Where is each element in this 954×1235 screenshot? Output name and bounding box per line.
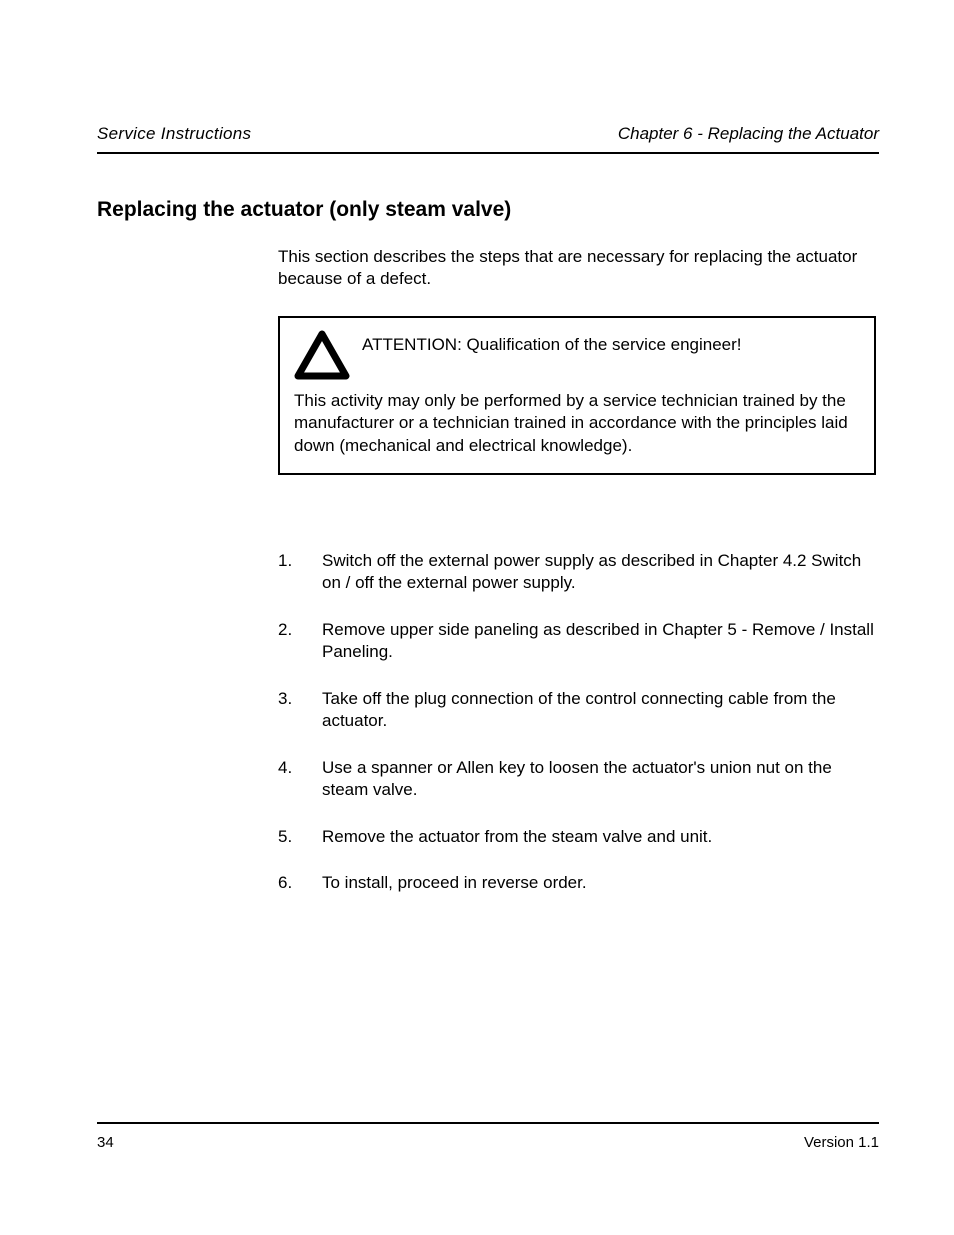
section-title: Replacing the actuator (only steam valve… [97,198,511,222]
intro-paragraph: This section describes the steps that ar… [278,246,878,291]
attention-label: ATTENTION: [362,335,467,354]
attention-header: ATTENTION: Qualification of the service … [294,330,860,380]
footer-version: Version 1.1 [804,1134,879,1151]
attention-box: ATTENTION: Qualification of the service … [278,316,876,475]
step-item: 3. Take off the plug connection of the c… [278,688,878,733]
attention-header-text: ATTENTION: Qualification of the service … [362,330,742,356]
step-item: 2. Remove upper side paneling as describ… [278,619,878,664]
step-number: 4. [278,757,312,802]
step-item: 1. Switch off the external power supply … [278,550,878,595]
header-rule [97,152,879,154]
step-text: To install, proceed in reverse order. [322,872,878,894]
step-text: Use a spanner or Allen key to loosen the… [322,757,878,802]
step-number: 6. [278,872,312,894]
step-text: Switch off the external power supply as … [322,550,878,595]
attention-head-text: Qualification of the service engineer! [467,335,742,354]
page-number: 34 [97,1134,114,1151]
header-right: Chapter 6 - Replacing the Actuator [618,124,879,144]
steps-list: 1. Switch off the external power supply … [278,550,878,918]
step-item: 5. Remove the actuator from the steam va… [278,826,878,848]
step-number: 5. [278,826,312,848]
attention-body: This activity may only be performed by a… [294,390,860,457]
step-text: Take off the plug connection of the cont… [322,688,878,733]
step-item: 6. To install, proceed in reverse order. [278,872,878,894]
page: Service Instructions Chapter 6 - Replaci… [0,0,954,1235]
step-number: 2. [278,619,312,664]
footer-rule [97,1122,879,1124]
step-text: Remove upper side paneling as described … [322,619,878,664]
step-number: 1. [278,550,312,595]
header-left: Service Instructions [97,124,251,144]
step-text: Remove the actuator from the steam valve… [322,826,878,848]
step-item: 4. Use a spanner or Allen key to loosen … [278,757,878,802]
step-number: 3. [278,688,312,733]
warning-triangle-icon [294,330,350,380]
